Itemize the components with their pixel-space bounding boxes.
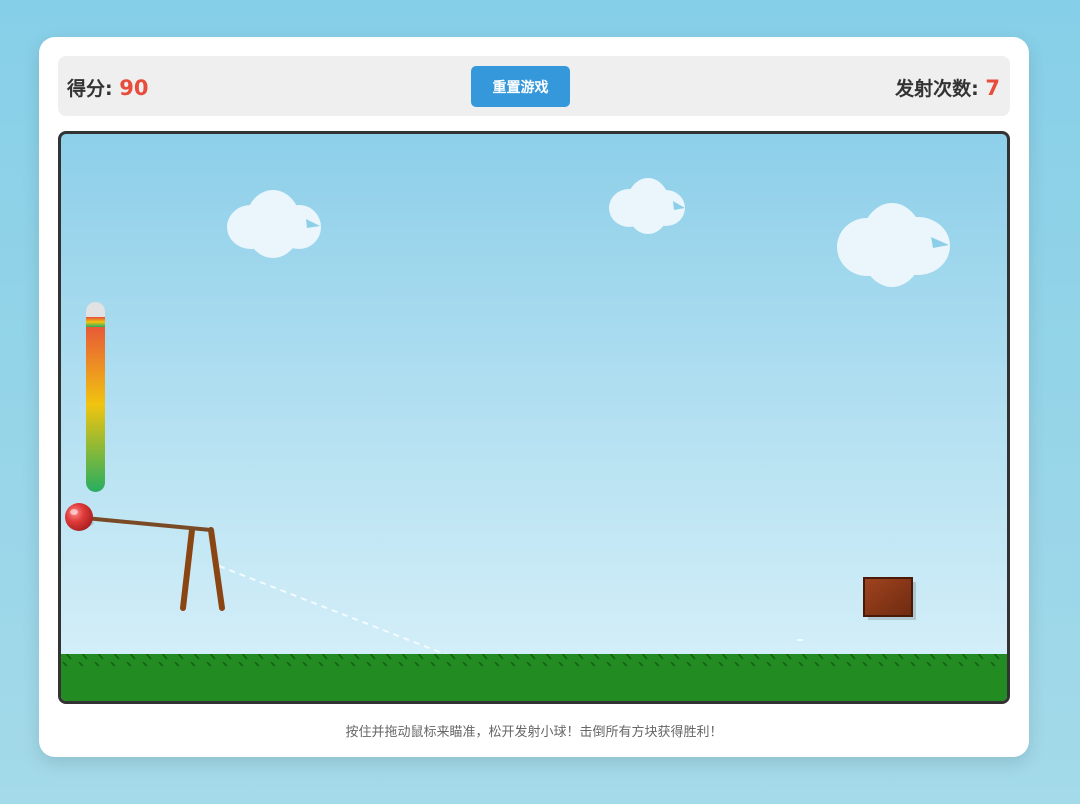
cloud-icon	[227, 190, 321, 258]
score-display: 得分: 90	[67, 74, 148, 101]
score-label: 得分:	[67, 78, 120, 100]
ground	[61, 654, 1007, 701]
game-canvas[interactable]	[58, 131, 1010, 704]
game-card: 得分: 90 重置游戏 发射次数: 7 按住并拖动鼠标来瞄准，松开发射小球！击倒…	[39, 37, 1029, 757]
power-meter	[86, 302, 105, 492]
reset-game-button[interactable]: 重置游戏	[471, 66, 570, 107]
instructions-text: 按住并拖动鼠标来瞄准，松开发射小球！击倒所有方块获得胜利！	[345, 725, 723, 740]
shots-label: 发射次数:	[895, 78, 986, 100]
block-icon	[863, 577, 916, 620]
top-bar: 得分: 90 重置游戏 发射次数: 7	[58, 56, 1010, 116]
cloud-icon	[837, 203, 950, 287]
game-scene	[61, 178, 1007, 701]
cloud-icon	[609, 178, 685, 234]
slingshot-icon[interactable]	[83, 516, 225, 611]
score-value: 90	[119, 76, 149, 100]
ball-icon[interactable]	[65, 503, 94, 531]
shots-display: 发射次数: 7	[895, 74, 1000, 101]
shots-value: 7	[985, 76, 1000, 100]
trajectory-line	[218, 565, 466, 663]
